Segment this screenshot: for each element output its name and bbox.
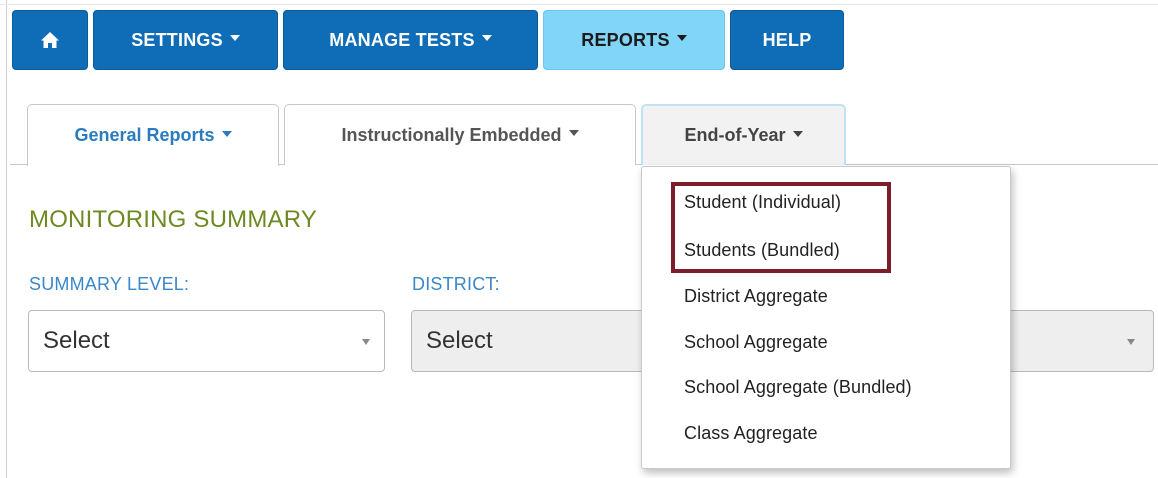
caret-down-icon — [568, 130, 579, 136]
settings-label: SETTINGS — [131, 29, 223, 50]
summary-level-label: SUMMARY LEVEL: — [29, 274, 190, 294]
help-label: HELP — [762, 29, 812, 50]
manage-tests-label: MANAGE TESTS — [329, 29, 475, 50]
caret-down-icon — [481, 35, 492, 41]
help-button[interactable]: HELP — [730, 10, 844, 70]
caret-down-icon — [229, 35, 240, 41]
reports-label: REPORTS — [581, 29, 670, 50]
page-title: MONITORING SUMMARY — [29, 206, 318, 233]
summary-level-select[interactable]: Select — [28, 310, 385, 372]
tab-instructionally-embedded[interactable]: Instructionally Embedded — [284, 104, 636, 165]
chevron-down-icon — [362, 339, 370, 345]
tab-general-reports[interactable]: General Reports — [27, 104, 279, 166]
menu-item-school-aggregate-bundled[interactable]: School Aggregate (Bundled) — [684, 377, 912, 398]
top-nav: SETTINGS MANAGE TESTS REPORTS HELP — [12, 10, 844, 70]
caret-down-icon — [221, 130, 232, 137]
caret-down-icon — [676, 35, 687, 41]
highlight-box — [671, 182, 891, 273]
frame-border — [6, 0, 7, 478]
tab-label: Instructionally Embedded — [341, 124, 562, 145]
menu-item-district-aggregate[interactable]: District Aggregate — [684, 286, 828, 307]
tab-label: End-of-Year — [684, 125, 786, 145]
frame-border-top — [0, 4, 1158, 5]
home-icon — [41, 32, 59, 48]
menu-item-school-aggregate[interactable]: School Aggregate — [684, 332, 828, 353]
home-button[interactable] — [12, 10, 88, 70]
settings-menu-button[interactable]: SETTINGS — [93, 10, 278, 70]
reports-menu-button[interactable]: REPORTS — [543, 10, 725, 70]
district-label: DISTRICT: — [412, 274, 500, 294]
summary-level-value: Select — [43, 327, 110, 354]
tab-end-of-year[interactable]: End-of-Year — [641, 104, 846, 165]
caret-down-icon — [792, 130, 803, 137]
menu-item-class-aggregate[interactable]: Class Aggregate — [684, 423, 818, 444]
chevron-down-icon — [1127, 339, 1135, 345]
manage-tests-menu-button[interactable]: MANAGE TESTS — [283, 10, 538, 70]
district-value: Select — [426, 327, 493, 354]
tab-label: General Reports — [74, 125, 215, 145]
